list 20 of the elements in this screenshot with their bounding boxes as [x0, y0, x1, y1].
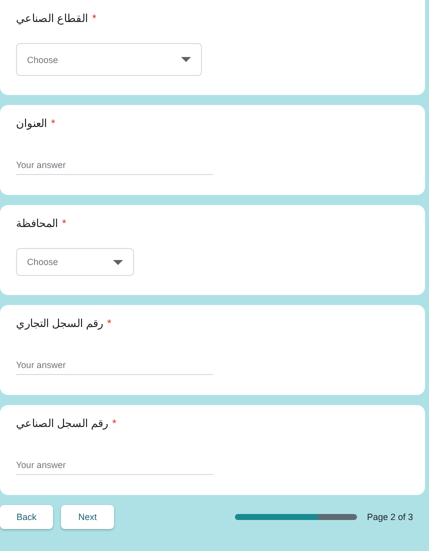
question-title: العنوان	[16, 117, 47, 132]
answer-field[interactable]: Your answer	[16, 448, 213, 475]
required-asterisk: *	[51, 117, 56, 132]
answer-field[interactable]: Your answer	[16, 148, 213, 175]
page-indicator: Page 2 of 3	[366, 512, 413, 522]
next-button[interactable]: Next	[61, 505, 114, 529]
required-asterisk: *	[112, 417, 116, 432]
caret-icon	[113, 260, 123, 264]
question-title: رقم السجل التجاري	[16, 317, 104, 332]
question-title: رقم السجل الصناعي	[16, 417, 108, 432]
question-title: القطاع الصناعي	[16, 12, 88, 27]
dropdown[interactable]: Choose	[16, 248, 134, 276]
question-title: المحافظة	[16, 217, 58, 232]
answer-field[interactable]: Your answer	[16, 348, 213, 375]
caret-icon	[181, 57, 191, 62]
required-asterisk: *	[107, 317, 112, 332]
required-asterisk: *	[62, 217, 66, 232]
dropdown[interactable]: Choose	[16, 43, 202, 76]
required-asterisk: *	[92, 12, 96, 27]
back-button[interactable]: Back	[0, 505, 53, 529]
